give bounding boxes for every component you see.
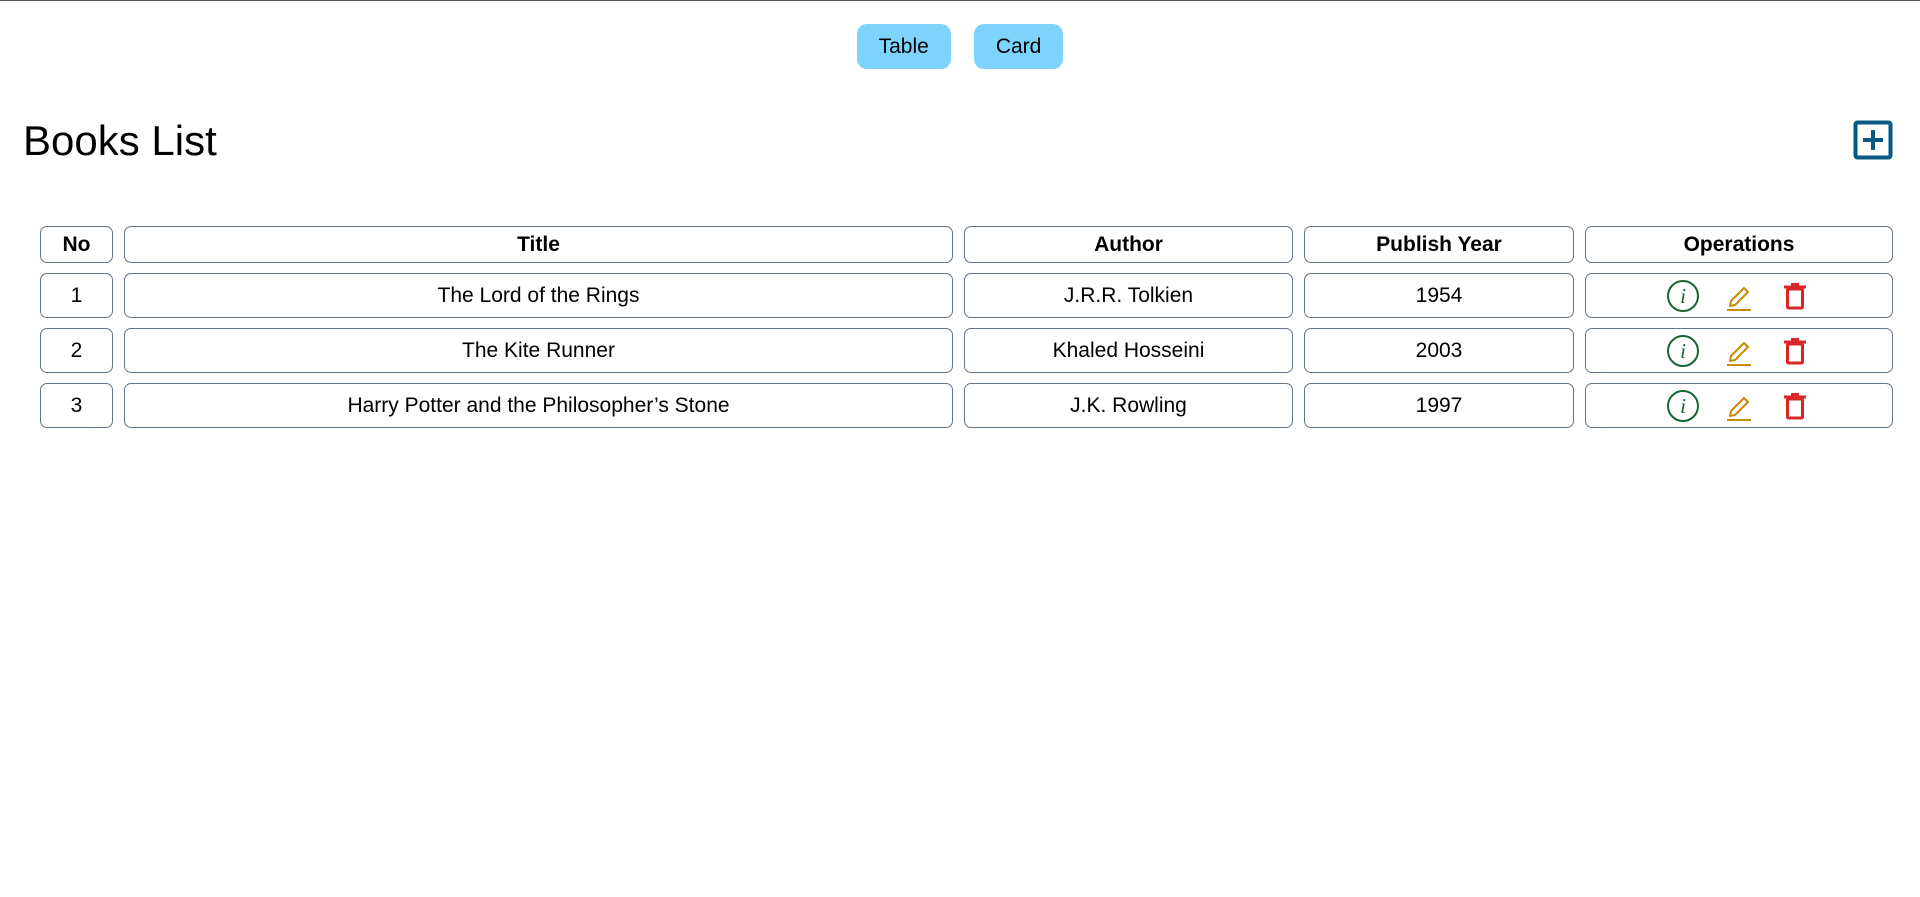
cell-operations: i	[1585, 328, 1893, 373]
svg-text:i: i	[1680, 339, 1686, 363]
edit-pencil-icon[interactable]	[1722, 389, 1756, 423]
cell-author: J.R.R. Tolkien	[964, 273, 1293, 318]
svg-text:i: i	[1680, 284, 1686, 308]
books-table: No Title Author Publish Year Operations …	[29, 216, 1904, 438]
page-title: Books List	[23, 117, 217, 164]
top-border-line	[0, 0, 1920, 1]
cell-publish-year: 1997	[1304, 383, 1574, 428]
table-row: 3 Harry Potter and the Philosopher’s Sto…	[40, 383, 1893, 428]
table-header-row: No Title Author Publish Year Operations	[40, 226, 1893, 263]
cell-publish-year: 2003	[1304, 328, 1574, 373]
column-header-no: No	[40, 226, 113, 263]
table-row: 2 The Kite Runner Khaled Hosseini 2003 i	[40, 328, 1893, 373]
info-circle-icon[interactable]: i	[1666, 279, 1700, 313]
cell-title: Harry Potter and the Philosopher’s Stone	[124, 383, 953, 428]
edit-pencil-icon[interactable]	[1722, 279, 1756, 313]
table-row: 1 The Lord of the Rings J.R.R. Tolkien 1…	[40, 273, 1893, 318]
table-view-button[interactable]: Table	[856, 24, 951, 69]
cell-author: J.K. Rowling	[964, 383, 1293, 428]
cell-no: 3	[40, 383, 113, 428]
add-book-button[interactable]	[1853, 120, 1893, 160]
plus-square-icon	[1853, 120, 1893, 160]
cell-title: The Lord of the Rings	[124, 273, 953, 318]
cell-operations: i	[1585, 273, 1893, 318]
card-view-button[interactable]: Card	[973, 24, 1064, 69]
info-circle-icon[interactable]: i	[1666, 389, 1700, 423]
view-toggle: Table Card	[0, 24, 1920, 69]
svg-text:i: i	[1680, 394, 1686, 418]
cell-author: Khaled Hosseini	[964, 328, 1293, 373]
cell-publish-year: 1954	[1304, 273, 1574, 318]
edit-pencil-icon[interactable]	[1722, 334, 1756, 368]
column-header-operations: Operations	[1585, 226, 1893, 263]
column-header-publish-year: Publish Year	[1304, 226, 1574, 263]
column-header-author: Author	[964, 226, 1293, 263]
column-header-title: Title	[124, 226, 953, 263]
cell-no: 1	[40, 273, 113, 318]
trash-icon[interactable]	[1778, 279, 1812, 313]
cell-operations: i	[1585, 383, 1893, 428]
page-header: Books List	[23, 112, 1893, 172]
trash-icon[interactable]	[1778, 389, 1812, 423]
trash-icon[interactable]	[1778, 334, 1812, 368]
info-circle-icon[interactable]: i	[1666, 334, 1700, 368]
cell-no: 2	[40, 328, 113, 373]
cell-title: The Kite Runner	[124, 328, 953, 373]
